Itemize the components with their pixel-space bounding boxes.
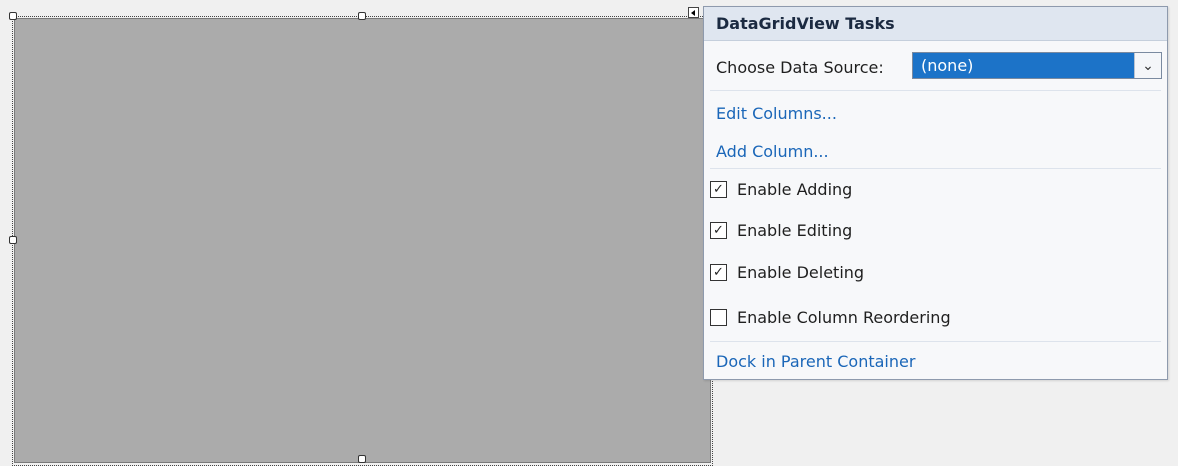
chevron-down-icon[interactable]: ⌄ xyxy=(1134,53,1161,78)
enable-editing-checkbox[interactable]: ✓ xyxy=(710,221,727,239)
divider xyxy=(710,341,1161,342)
enable-editing-label: Enable Editing xyxy=(737,220,853,240)
datagridview-control[interactable] xyxy=(14,18,711,463)
designer-surface: DataGridView Tasks Choose Data Source: (… xyxy=(0,0,1178,466)
data-source-row: Choose Data Source: (none) ⌄ xyxy=(704,49,1167,85)
add-column-link[interactable]: Add Column... xyxy=(704,137,1167,165)
enable-deleting-label: Enable Deleting xyxy=(737,262,865,282)
enable-deleting-option[interactable]: ✓ Enable Deleting xyxy=(704,257,1167,287)
resize-handle-top[interactable] xyxy=(358,12,366,20)
enable-adding-checkbox[interactable]: ✓ xyxy=(710,180,727,198)
enable-editing-option[interactable]: ✓ Enable Editing xyxy=(704,215,1167,245)
enable-adding-label: Enable Adding xyxy=(737,179,853,199)
enable-deleting-checkbox[interactable]: ✓ xyxy=(710,263,727,281)
resize-handle-top-left[interactable] xyxy=(9,12,17,20)
smart-tag-arrow-icon[interactable] xyxy=(688,7,699,18)
datagridview-tasks-panel: DataGridView Tasks Choose Data Source: (… xyxy=(703,6,1168,380)
resize-handle-left[interactable] xyxy=(9,236,17,244)
data-source-select[interactable]: (none) ⌄ xyxy=(912,52,1162,79)
enable-column-reordering-option[interactable]: Enable Column Reordering xyxy=(704,302,1167,332)
divider xyxy=(710,90,1161,91)
dock-in-parent-link[interactable]: Dock in Parent Container xyxy=(704,347,1167,375)
enable-adding-option[interactable]: ✓ Enable Adding xyxy=(704,174,1167,204)
enable-column-reordering-label: Enable Column Reordering xyxy=(737,307,951,327)
panel-title: DataGridView Tasks xyxy=(704,7,1167,41)
divider xyxy=(710,168,1161,169)
data-source-value: (none) xyxy=(913,53,1134,78)
enable-column-reordering-checkbox[interactable] xyxy=(710,308,727,326)
resize-handle-bottom[interactable] xyxy=(358,455,366,463)
data-source-label: Choose Data Source: xyxy=(716,57,884,77)
edit-columns-link[interactable]: Edit Columns... xyxy=(704,99,1167,127)
